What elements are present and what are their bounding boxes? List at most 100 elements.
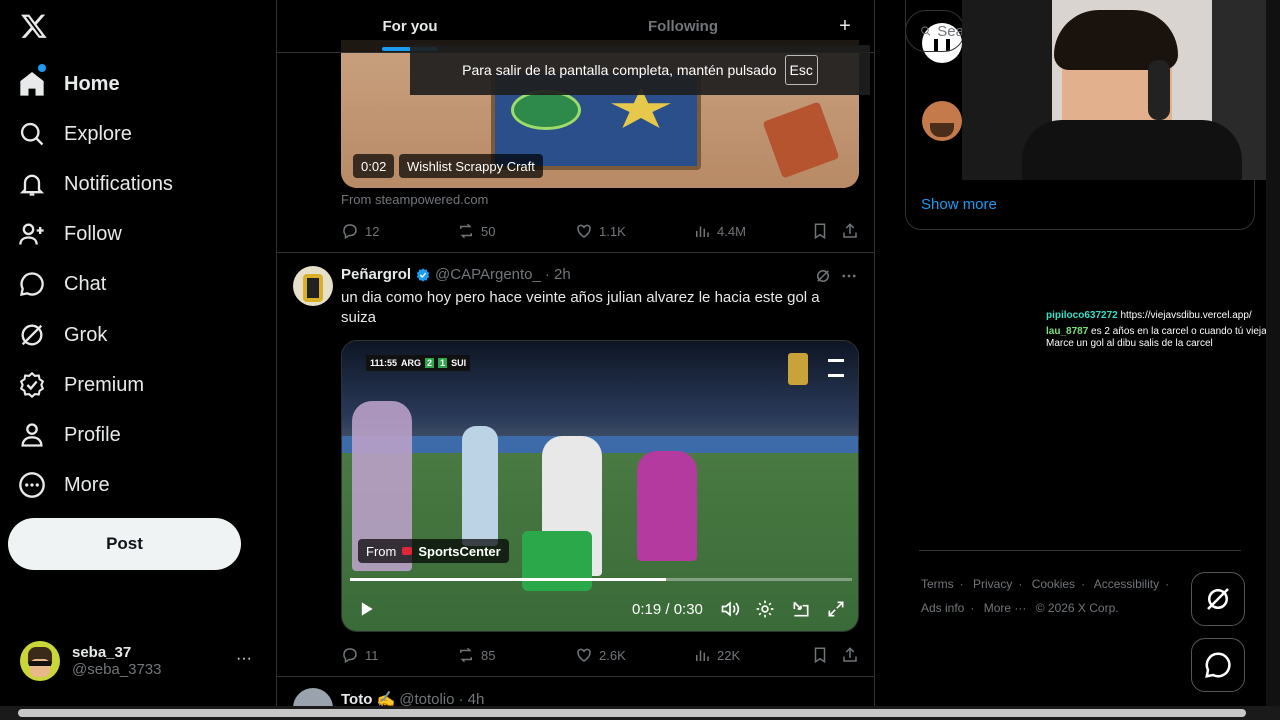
search-input[interactable]: Sea — [905, 10, 965, 52]
avatar[interactable] — [293, 688, 333, 706]
search-icon — [921, 26, 931, 36]
more-icon[interactable] — [840, 267, 858, 285]
volume-button[interactable] — [720, 599, 740, 619]
footer-terms[interactable]: Terms — [921, 577, 954, 591]
sidebar-nav: Home Explore Notifications Follow Chat G… — [0, 0, 276, 706]
tweet-author-handle[interactable]: @totolio — [399, 691, 454, 707]
vertical-scrollbar[interactable] — [1266, 0, 1280, 706]
pip-button[interactable] — [791, 599, 811, 619]
sidebar-item-grok[interactable]: Grok — [18, 315, 107, 355]
reply-count: 12 — [365, 223, 380, 239]
play-icon — [361, 602, 373, 616]
like-button[interactable]: 1.1K — [575, 222, 626, 240]
settings-button[interactable] — [755, 599, 775, 619]
footer-links: Terms · Privacy · Cookies · Accessibility · … — [921, 572, 1211, 620]
sidebar-item-more[interactable]: More — [18, 465, 110, 505]
search-icon — [20, 122, 44, 146]
sidebar-item-label: Chat — [64, 272, 107, 295]
bookmark-button[interactable] — [811, 646, 829, 664]
fullscreen-notice: Para salir de la pantalla completa, mant… — [410, 45, 870, 95]
footer-accessibility[interactable]: Accessibility — [1094, 577, 1159, 591]
chat-fab-button[interactable] — [1191, 638, 1245, 692]
footer-sep: · — [1165, 577, 1170, 591]
divider — [277, 252, 874, 253]
chat-username: pipiloco637272 — [1046, 310, 1118, 321]
sidebar-item-label: More — [64, 473, 110, 496]
avatar[interactable] — [293, 266, 333, 306]
footer-sep: · — [970, 601, 975, 615]
sidebar-item-home[interactable]: Home — [18, 64, 120, 104]
share-button[interactable] — [841, 646, 859, 664]
fullscreen-button[interactable] — [826, 599, 846, 619]
repost-button[interactable]: 50 — [457, 222, 495, 240]
footer-more[interactable]: More ··· — [984, 601, 1027, 615]
tweet-header: Peñargrol @CAPArgento_ · 2h — [341, 266, 571, 283]
sidebar-item-premium[interactable]: Premium — [18, 365, 144, 405]
sidebar-item-profile[interactable]: Profile — [18, 415, 121, 455]
reply-button[interactable]: 12 — [341, 222, 379, 240]
sidebar-item-notifications[interactable]: Notifications — [18, 164, 173, 204]
video-title: Wishlist Scrappy Craft — [399, 154, 543, 178]
grok-icon[interactable] — [814, 267, 832, 285]
repost-icon — [460, 647, 472, 663]
tweet-actions: 11 85 2.6K 22K — [341, 646, 859, 666]
account-more-icon[interactable]: ··· — [236, 650, 252, 668]
tweet-author-name[interactable]: Peñargrol — [341, 266, 411, 283]
video-timestamp: 0:02 — [353, 154, 395, 178]
chat-message: pipiloco637272 https://viejavsdibu.verce… — [1046, 310, 1276, 322]
footer-privacy[interactable]: Privacy — [973, 577, 1012, 591]
views-button[interactable]: 22K — [693, 646, 740, 664]
heart-icon — [577, 648, 591, 662]
score-home: 2 — [425, 358, 435, 368]
follow-icon — [19, 223, 44, 245]
post-button[interactable]: Post — [8, 518, 241, 570]
like-count: 2.6K — [599, 647, 626, 663]
tweet-time[interactable]: · 4h — [458, 691, 484, 707]
sportscenter-icon — [402, 547, 413, 555]
tweet-author-name[interactable]: Toto ✍️ — [341, 690, 395, 706]
footer-copyright: © 2026 X Corp. — [1035, 601, 1119, 615]
heart-icon — [577, 224, 591, 238]
tweet-time[interactable]: · 2h — [545, 266, 571, 283]
tweet-author-handle[interactable]: @CAPArgento_ — [435, 266, 541, 283]
gear-icon — [756, 600, 774, 618]
share-button[interactable] — [841, 222, 859, 240]
sidebar-item-explore[interactable]: Explore — [18, 114, 132, 154]
add-tab-icon[interactable]: + — [833, 14, 857, 38]
sidebar-item-chat[interactable]: Chat — [18, 264, 106, 304]
horizontal-scrollbar[interactable] — [0, 706, 1280, 720]
views-count: 4.4M — [717, 223, 746, 239]
video-progress-bar[interactable] — [350, 578, 852, 581]
reply-button[interactable]: 11 — [341, 646, 379, 664]
tweet-text: un dia como hoy pero hace veinte años ju… — [341, 289, 820, 326]
bookmark-button[interactable] — [811, 222, 829, 240]
chat-text: https://viejavsdibu.vercel.app/ — [1120, 310, 1252, 321]
footer-cookies[interactable]: Cookies — [1032, 577, 1075, 591]
chat-message: lau_8787 es 2 años en la carcel o cuando… — [1046, 326, 1276, 350]
tweet-video-player[interactable]: 111:55 ARG 2 1 SUI From SportsCenter 0:1… — [341, 340, 859, 632]
footer-ads-info[interactable]: Ads info — [921, 601, 964, 615]
sidebar-item-label: Premium — [64, 373, 145, 396]
show-more-link[interactable]: Show more — [921, 196, 997, 213]
views-button[interactable]: 4.4M — [693, 222, 746, 240]
x-logo-icon[interactable] — [20, 12, 48, 42]
video-time: 0:19 / 0:30 — [632, 601, 703, 618]
grok-fab-button[interactable] — [1191, 572, 1245, 626]
scrollbar-thumb[interactable] — [18, 709, 1246, 717]
from-source: SportsCenter — [418, 543, 501, 559]
views-icon — [696, 226, 709, 237]
link-source[interactable]: From steampowered.com — [341, 192, 488, 207]
like-button[interactable]: 2.6K — [575, 646, 626, 664]
match-clock: 111:55 — [370, 358, 398, 368]
premium-icon — [19, 371, 45, 399]
bell-icon — [19, 174, 45, 196]
video-source-badge[interactable]: From SportsCenter — [358, 539, 509, 563]
account-switcher[interactable]: seba_37 @seba_3733 ··· — [20, 640, 260, 682]
avatar[interactable] — [922, 101, 962, 141]
video-progress-fill — [350, 578, 667, 581]
play-button[interactable] — [356, 599, 376, 619]
footer-sep: · — [959, 577, 964, 591]
tournament-logo-icon — [788, 353, 808, 385]
repost-button[interactable]: 85 — [457, 646, 495, 664]
sidebar-item-follow[interactable]: Follow — [18, 214, 122, 254]
